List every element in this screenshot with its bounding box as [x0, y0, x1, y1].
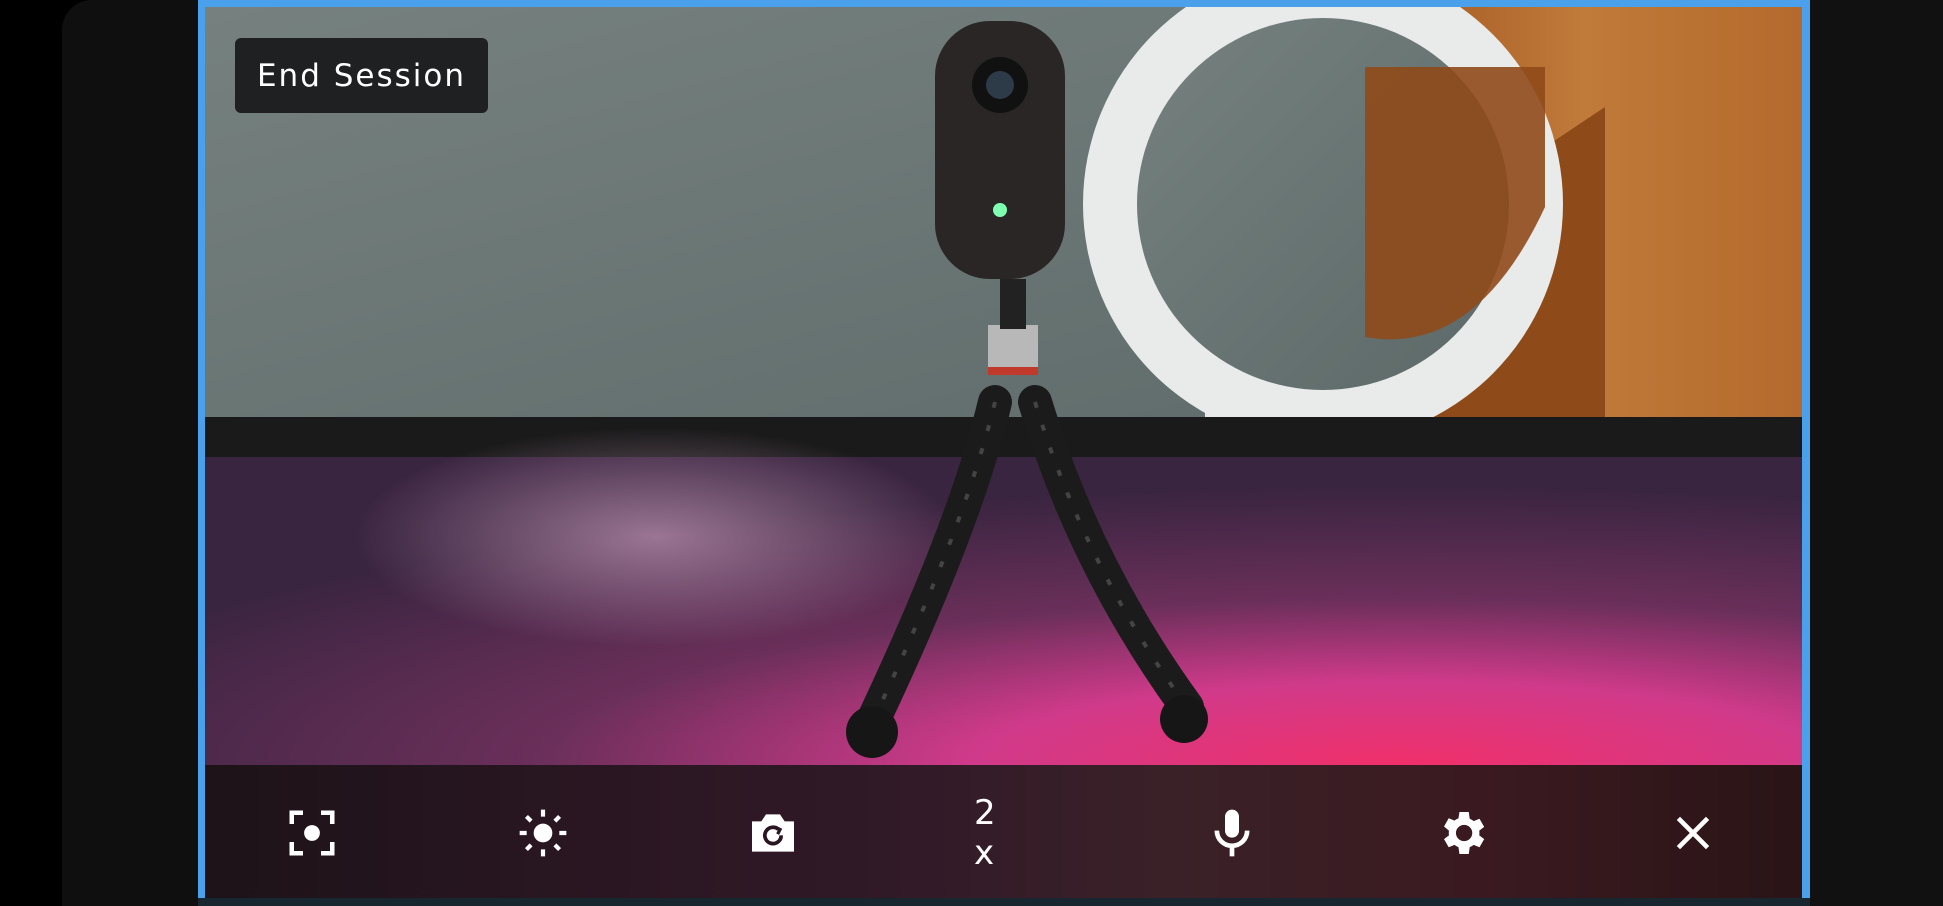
zoom-level-label: 2 x [974, 793, 1000, 873]
zoom-level-button[interactable]: 2 x [974, 793, 1034, 873]
brightness-icon [519, 809, 567, 857]
camera-toolbar: 2 x [205, 765, 1802, 898]
microphone-icon [1214, 809, 1250, 857]
bottom-strip [198, 898, 1810, 906]
brightness-button[interactable] [513, 809, 573, 857]
microphone-button[interactable] [1202, 809, 1262, 857]
switch-camera-icon [752, 814, 794, 852]
focus-button[interactable] [282, 809, 342, 857]
camera-image [205, 7, 1802, 765]
end-session-button[interactable]: End Session [235, 38, 488, 113]
settings-button[interactable] [1432, 809, 1492, 857]
left-panel [62, 0, 202, 906]
close-icon [1676, 816, 1710, 850]
camera-preview [205, 7, 1802, 765]
close-button[interactable] [1663, 809, 1723, 857]
right-panel [1808, 0, 1943, 906]
settings-gear-icon [1444, 812, 1485, 854]
focus-icon [289, 810, 335, 856]
switch-camera-button[interactable] [743, 809, 803, 857]
